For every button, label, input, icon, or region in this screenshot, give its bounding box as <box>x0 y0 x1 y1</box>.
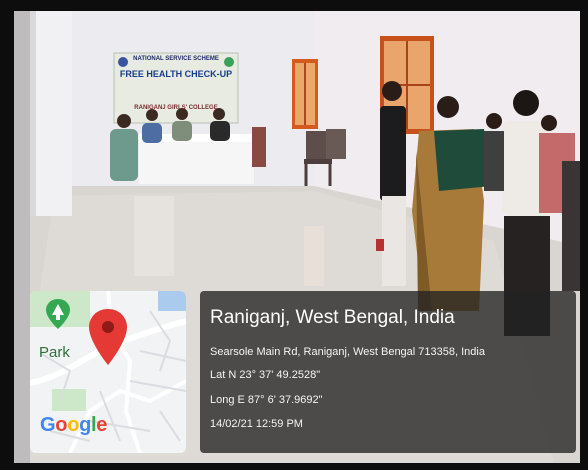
logo-letter: g <box>79 414 92 436</box>
geotag-overlay: Park Google Raniganj, West Bengal, India… <box>14 11 580 463</box>
logo-letter: e <box>96 414 108 436</box>
timestamp-line: 14/02/21 12:59 PM <box>210 418 303 430</box>
location-info-box: Raniganj, West Bengal, India Searsole Ma… <box>200 291 576 453</box>
latitude-line: Lat N 23° 37' 49.2528" <box>210 369 321 381</box>
longitude-line: Long E 87° 6' 37.9692" <box>210 394 323 406</box>
park-label: Park <box>39 344 70 361</box>
city-title: Raniganj, West Bengal, India <box>210 307 455 328</box>
photo-frame: NATIONAL SERVICE SCHEME FREE HEALTH CHEC… <box>0 0 588 470</box>
geotagged-photo: NATIONAL SERVICE SCHEME FREE HEALTH CHEC… <box>14 11 580 463</box>
logo-letter: o <box>55 414 68 436</box>
address-line: Searsole Main Rd, Raniganj, West Bengal … <box>210 346 485 358</box>
logo-letter: o <box>67 414 80 436</box>
map-thumbnail[interactable]: Park Google <box>30 291 186 453</box>
google-logo: Google <box>40 414 107 437</box>
logo-letter: G <box>40 414 56 436</box>
